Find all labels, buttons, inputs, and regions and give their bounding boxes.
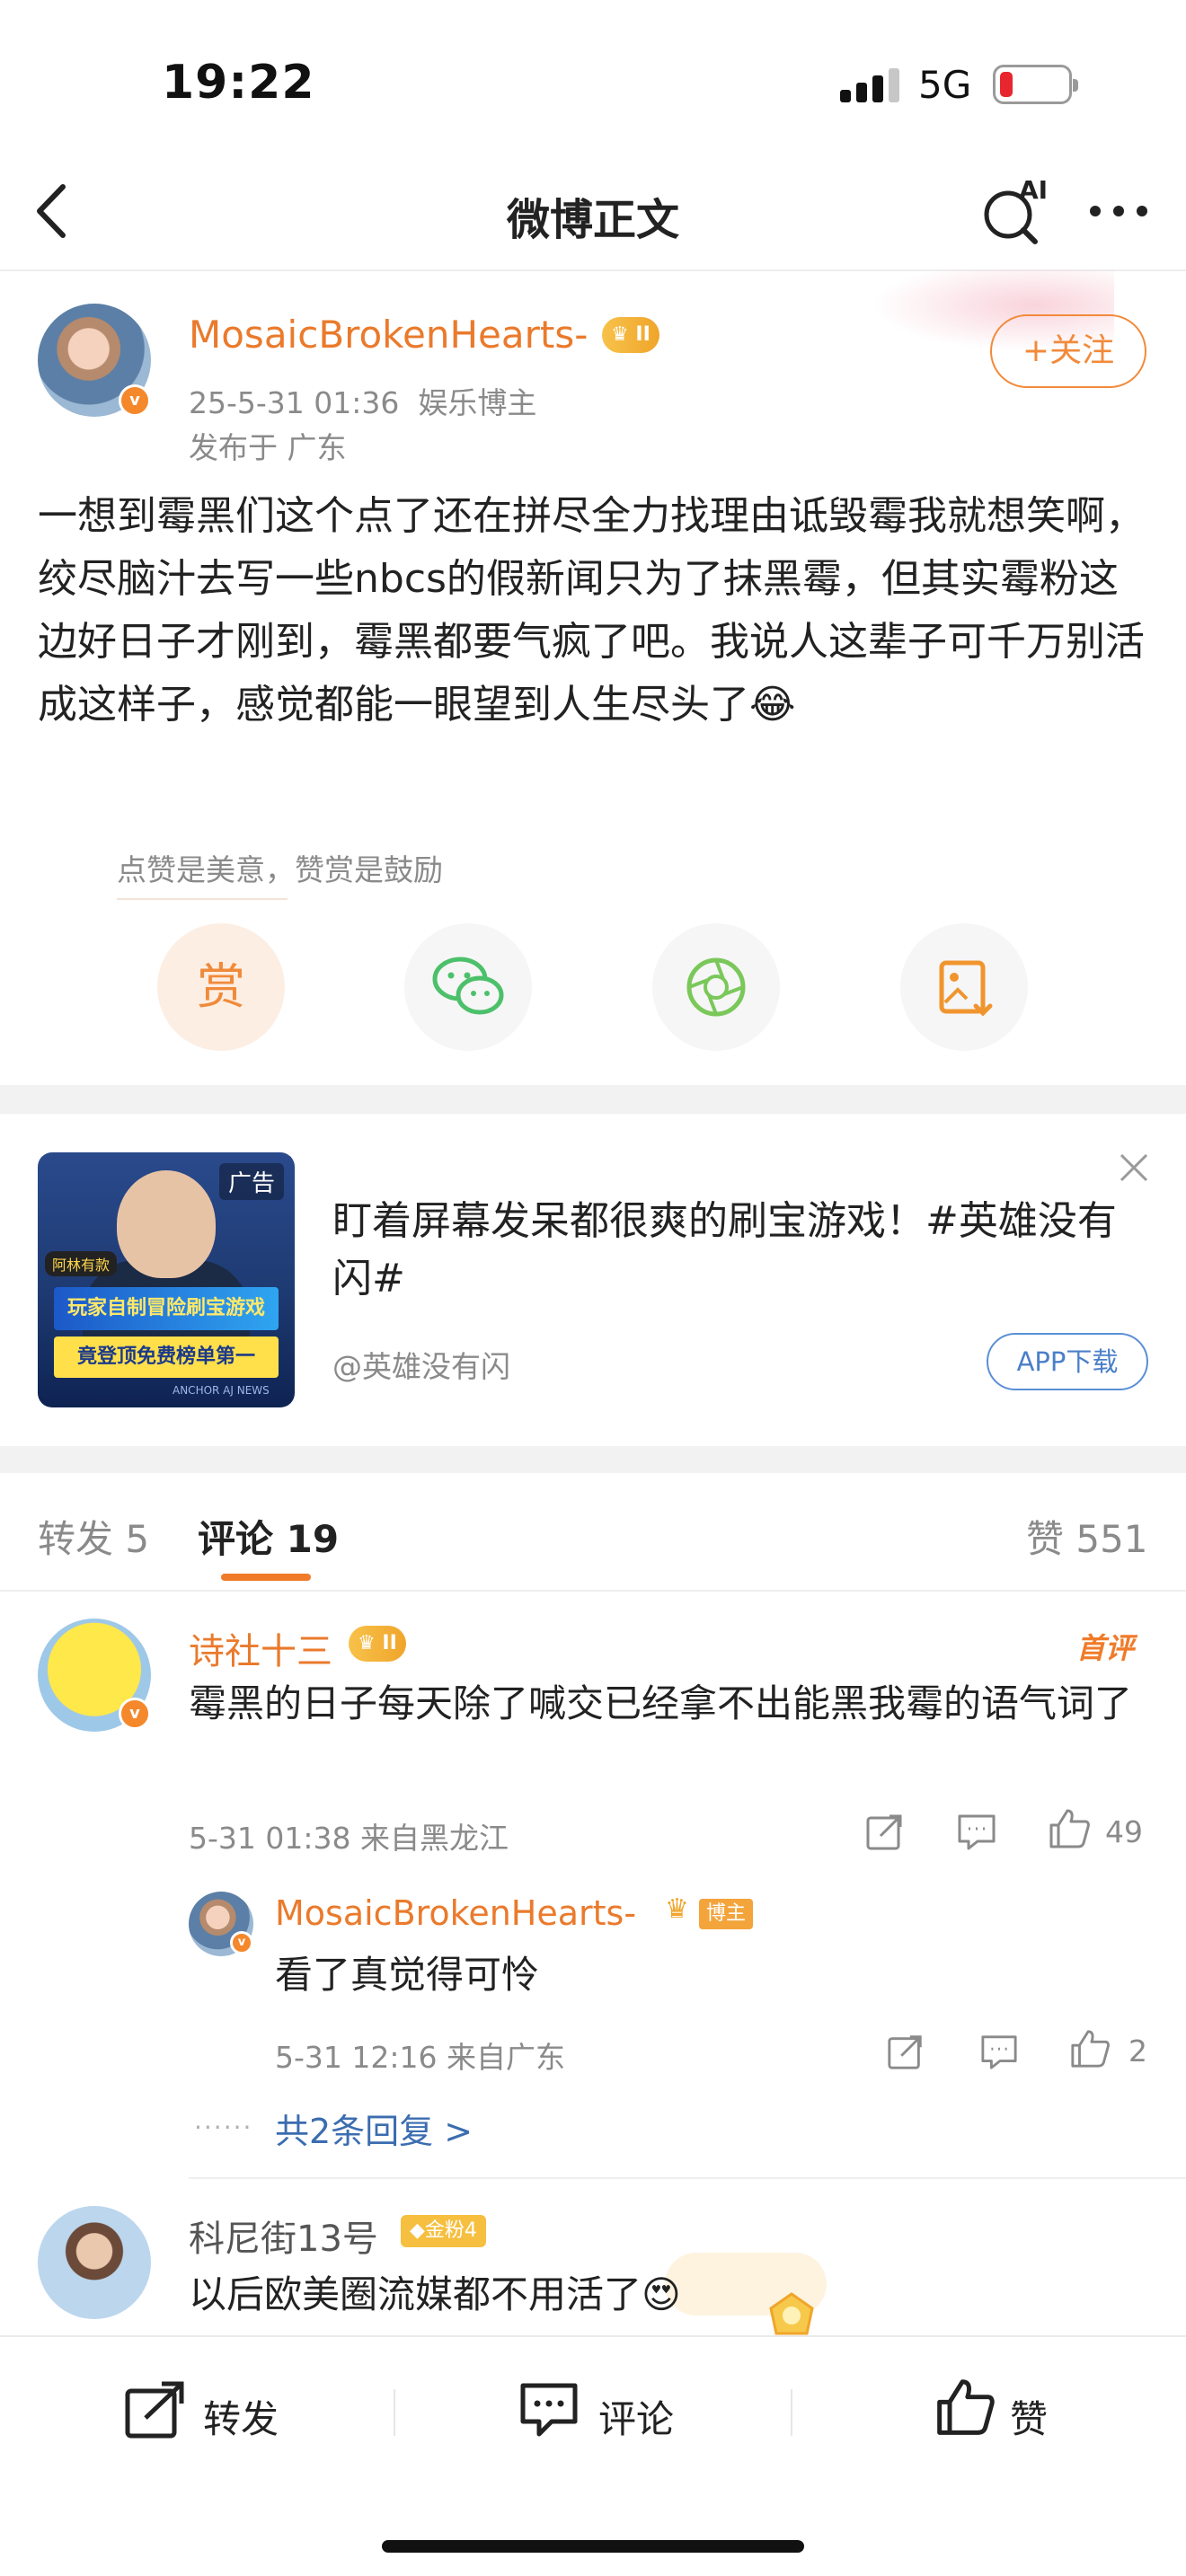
more-icon[interactable] [1083,184,1155,238]
reply-text: 看了真觉得可怜 [275,1953,540,1997]
ad-title[interactable]: 盯着屏幕发呆都很爽的刷宝游戏！#英雄没有闪# [332,1193,1141,1308]
reply-author-name[interactable]: MosaicBrokenHearts- [275,1893,636,1933]
app-download-button[interactable]: APP下载 [987,1333,1148,1390]
crown-badge[interactable]: ♛ II [602,317,659,353]
more-replies-link[interactable]: 共2条回复 > [275,2104,473,2153]
ai-label: AI [1019,175,1049,205]
tabs-divider [0,1590,1186,1592]
ad-banner-line2: 竟登顶免费榜单第一 [54,1337,279,1378]
first-comment-tag: 首评 [1076,1631,1135,1665]
diamond-icon: ◆ [410,2219,425,2242]
verified-icon: v [119,1698,151,1730]
like-icon[interactable] [934,2377,996,2438]
comment-divider [189,2177,1186,2179]
post-date: 25-5-31 01:36 [189,385,400,420]
comment-text: 霉黑的日子每天除了喊交已经拿不出能黑我霉的语气词了 [189,1681,1133,1725]
reply-icon[interactable] [979,2033,1019,2071]
ad-image-face [117,1170,216,1278]
section-gap [0,1446,1186,1473]
verified-icon: v [119,384,151,417]
crown-badge[interactable]: ♛ II [349,1626,406,1662]
like-icon[interactable] [1048,1807,1091,1850]
ad-image-caption: ANCHOR AJ NEWS [173,1384,270,1397]
battery-icon [993,65,1078,104]
fan-level-label: 金粉4 [424,2219,477,2242]
tab-comments[interactable]: 评论 19 [198,1509,339,1564]
tab-active-indicator [221,1574,311,1581]
repost-reply-icon[interactable] [886,2032,925,2071]
repost-comment-icon[interactable] [864,1811,906,1852]
comment-meta: 5-31 01:38 来自黑龙江 [189,1821,509,1856]
reply-like-count: 2 [1128,2033,1147,2069]
like-button[interactable]: 赞 [1010,2389,1048,2444]
repost-button[interactable]: 转发 [203,2389,279,2444]
network-type: 5G [918,63,972,107]
reward-button[interactable]: 赏 [157,923,285,1051]
commenter-name[interactable]: 科尼街13号 [189,2210,378,2262]
status-time: 19:22 [162,56,315,110]
like-icon[interactable] [1069,2028,1111,2069]
ad-tag: 广告 [218,1163,284,1200]
signal-icon [840,66,903,102]
repost-icon[interactable] [124,2380,187,2439]
crown-icon: ♛ [358,1632,376,1654]
wechat-share-button[interactable] [404,923,532,1051]
post-body: 一想到霉黑们这个点了还在拼尽全力找理由诋毁霉我就想笑啊，绞尽脑汁去写一些nbcs… [38,493,1145,728]
blogger-tag: 博主 [699,1899,754,1929]
crown-icon: ♛ [611,323,629,346]
comment-icon[interactable] [519,2382,579,2438]
bottom-separator [791,2389,792,2436]
comment-button[interactable]: 评论 [598,2389,674,2444]
crown-level: II [635,323,651,346]
like-count: 49 [1105,1814,1143,1849]
ad-image[interactable]: 广告 阿林有款 玩家自制冒险刷宝游戏 竟登顶免费榜单第一 ANCHOR AJ N… [38,1152,295,1407]
close-icon[interactable] [1114,1148,1154,1187]
moments-icon [686,957,746,1017]
section-gap [0,1085,1186,1114]
post-location: 发布于 广东 [189,430,347,465]
fan-level-badge: ◆金粉4 [401,2215,486,2247]
author-tag: 娱乐博主 [418,385,537,420]
reply-meta: 5-31 12:16 来自广东 [275,2040,565,2075]
crown-level: II [382,1632,397,1654]
post-meta: 25-5-31 01:36 娱乐博主 [189,379,536,422]
ad-source[interactable]: @英雄没有闪 [332,1343,510,1386]
reward-tip-underline [117,898,288,900]
wechat-icon [432,957,504,1015]
reward-tip: 点赞是美意，赞赏是鼓励 [117,852,443,887]
home-indicator[interactable] [382,2540,804,2553]
ai-search-icon[interactable]: AI [979,175,1051,247]
tab-repost[interactable]: 转发 5 [38,1509,149,1564]
crown-icon: ♛ [665,1893,689,1925]
save-image-icon [939,960,993,1017]
gold-medal-icon [760,2289,823,2342]
bottom-separator [394,2389,395,2436]
ad-host-label: 阿林有款 [45,1251,118,1276]
commenter-name[interactable]: 诗社十三 [189,1622,332,1674]
moments-share-button[interactable] [652,923,780,1051]
follow-button[interactable]: +关注 [990,314,1146,388]
commenter-avatar[interactable] [38,2206,151,2319]
comment-text: 以后欧美圈流媒都不用活了😍 [189,2272,681,2316]
author-name[interactable]: MosaicBrokenHearts- [189,313,588,357]
tab-likes[interactable]: 赞 551 [1026,1509,1148,1564]
more-replies-dots: ······ [194,2113,253,2142]
reply-icon[interactable] [956,1813,997,1852]
ad-banner-line1: 玩家自制冒险刷宝游戏 [54,1287,279,1330]
reward-label: 赏 [197,958,245,1015]
verified-icon: v [230,1931,253,1954]
save-image-button[interactable] [900,923,1028,1051]
